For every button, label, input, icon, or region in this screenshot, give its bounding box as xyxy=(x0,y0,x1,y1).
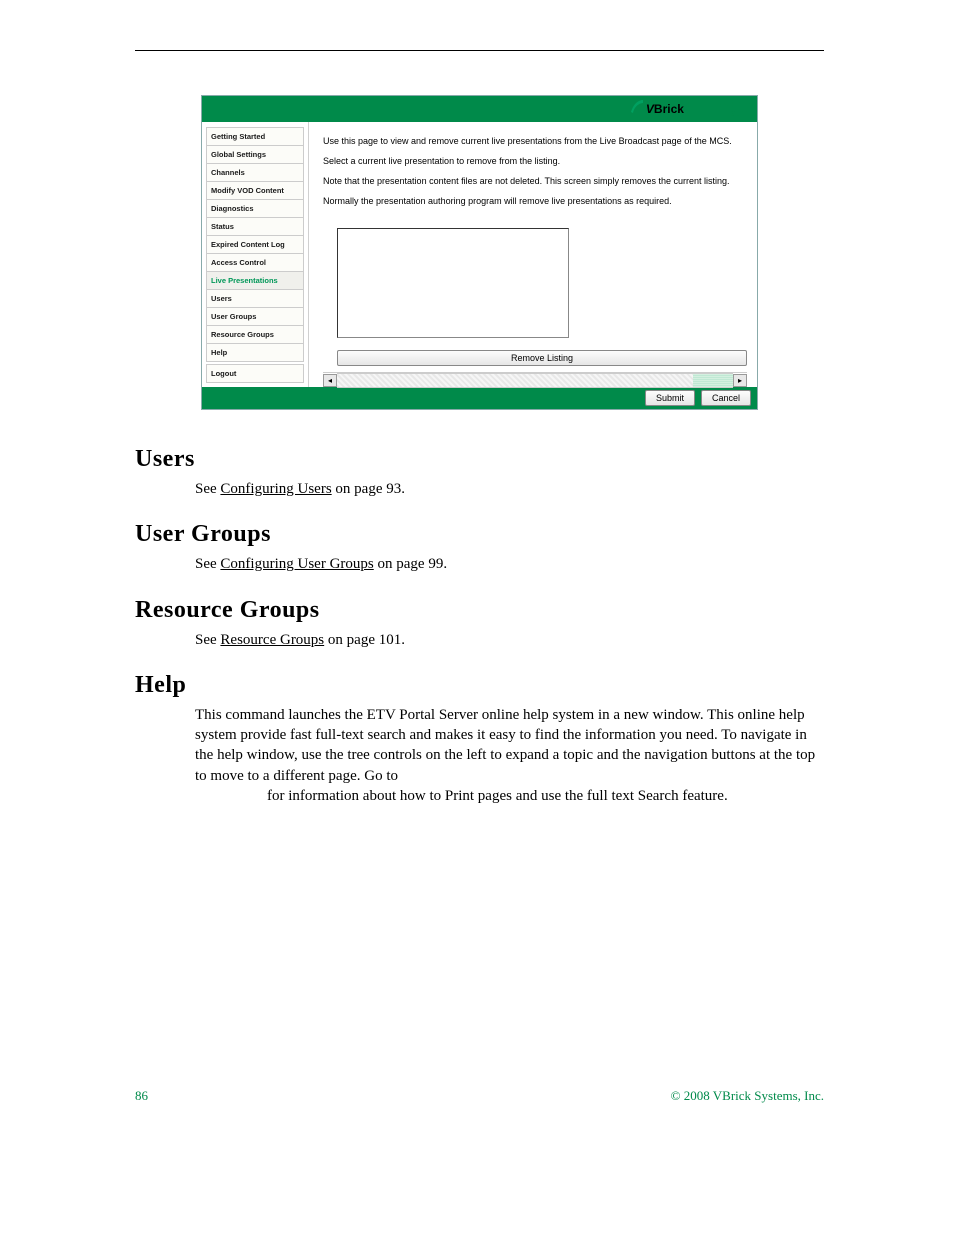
scroll-right-icon[interactable]: ▸ xyxy=(733,374,747,387)
nav-group-2: Logout xyxy=(206,364,304,383)
scrollbar-track[interactable] xyxy=(693,373,733,388)
text: See xyxy=(195,632,220,648)
info-line: Use this page to view and remove current… xyxy=(323,136,747,146)
sidebar-item-status[interactable]: Status xyxy=(207,218,303,236)
main-content: Use this page to view and remove current… xyxy=(309,122,757,387)
top-rule xyxy=(135,50,824,51)
sidebar-item-global-settings[interactable]: Global Settings xyxy=(207,146,303,164)
heading-users: Users xyxy=(135,446,824,473)
para-user-groups: See Configuring User Groups on page 99. xyxy=(195,554,824,574)
app-window: VBrick ETHERNETV SUITE Getting StartedGl… xyxy=(201,95,758,410)
sidebar-item-getting-started[interactable]: Getting Started xyxy=(207,128,303,146)
sidebar-item-resource-groups[interactable]: Resource Groups xyxy=(207,326,303,344)
cancel-button[interactable]: Cancel xyxy=(701,390,751,406)
text: on page 101. xyxy=(324,632,405,648)
sidebar-item-live-presentations[interactable]: Live Presentations xyxy=(207,272,303,290)
submit-button[interactable]: Submit xyxy=(645,390,695,406)
para-help-2: for information about how to Print pages… xyxy=(195,786,824,806)
link-resource-groups[interactable]: Resource Groups xyxy=(220,632,324,648)
sidebar-item-users[interactable]: Users xyxy=(207,290,303,308)
scrollbar-thumb[interactable] xyxy=(337,373,693,388)
sidebar-item-user-groups[interactable]: User Groups xyxy=(207,308,303,326)
logo-brand: VBrick xyxy=(646,100,684,118)
para-resource-groups: See Resource Groups on page 101. xyxy=(195,630,824,650)
info-line: Note that the presentation content files… xyxy=(323,176,747,186)
para-help-1: This command launches the ETV Portal Ser… xyxy=(195,705,824,786)
page-footer: 86 © 2008 VBrick Systems, Inc. xyxy=(135,1088,824,1104)
text: on page 93. xyxy=(332,481,405,497)
link-configuring-user-groups[interactable]: Configuring User Groups xyxy=(220,556,373,572)
sidebar: Getting StartedGlobal SettingsChannelsMo… xyxy=(202,122,309,387)
sidebar-item-modify-vod-content[interactable]: Modify VOD Content xyxy=(207,182,303,200)
sidebar-item-channels[interactable]: Channels xyxy=(207,164,303,182)
info-line: Select a current live presentation to re… xyxy=(323,156,747,166)
logo-swoosh-icon xyxy=(630,98,644,121)
horizontal-scrollbar[interactable]: ◂ ▸ xyxy=(323,372,747,387)
remove-listing-button[interactable]: Remove Listing xyxy=(337,350,747,366)
text: See xyxy=(195,556,220,572)
logo-suite: SUITE xyxy=(730,111,751,118)
link-configuring-users[interactable]: Configuring Users xyxy=(220,481,331,497)
heading-help: Help xyxy=(135,672,824,699)
sidebar-item-diagnostics[interactable]: Diagnostics xyxy=(207,200,303,218)
text: on page 99. xyxy=(374,556,447,572)
app-topbar: VBrick ETHERNETV SUITE xyxy=(202,96,757,122)
logo-product: ETHERNETV xyxy=(686,101,751,111)
info-line: Normally the presentation authoring prog… xyxy=(323,196,747,206)
scroll-left-icon[interactable]: ◂ xyxy=(323,374,337,387)
copyright: © 2008 VBrick Systems, Inc. xyxy=(671,1088,824,1104)
para-users: See Configuring Users on page 93. xyxy=(195,479,824,499)
sidebar-item-expired-content-log[interactable]: Expired Content Log xyxy=(207,236,303,254)
app-footer: Submit Cancel xyxy=(202,387,757,409)
sidebar-item-help[interactable]: Help xyxy=(207,344,303,361)
app-logo: VBrick ETHERNETV SUITE xyxy=(630,100,751,118)
nav-group-1: Getting StartedGlobal SettingsChannelsMo… xyxy=(206,127,304,362)
heading-resource-groups: Resource Groups xyxy=(135,597,824,624)
presentations-listbox[interactable] xyxy=(337,228,569,338)
heading-user-groups: User Groups xyxy=(135,521,824,548)
page-number: 86 xyxy=(135,1088,148,1104)
text: See xyxy=(195,481,220,497)
sidebar-item-logout[interactable]: Logout xyxy=(207,365,303,382)
sidebar-item-access-control[interactable]: Access Control xyxy=(207,254,303,272)
